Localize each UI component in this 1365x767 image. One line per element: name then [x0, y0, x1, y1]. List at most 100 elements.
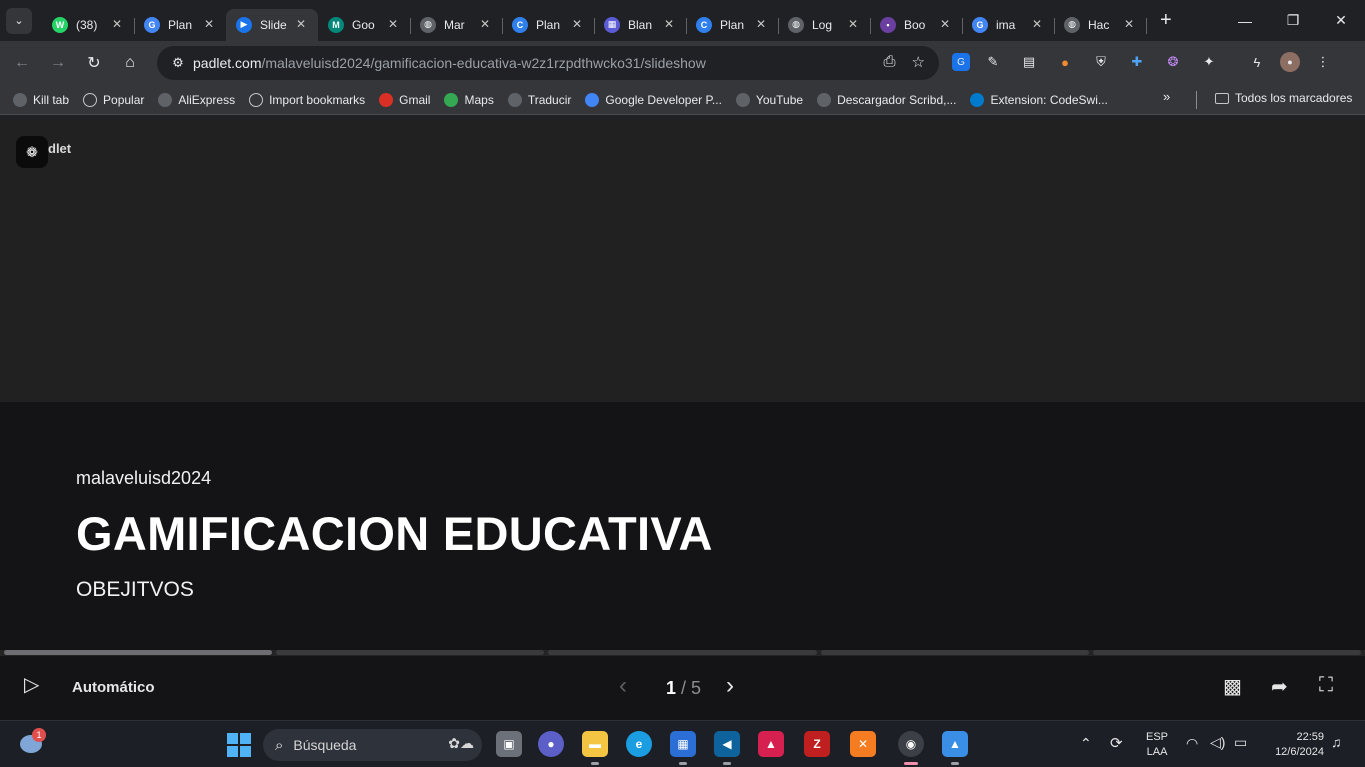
browser-tab[interactable]: C Plan ✕ [686, 9, 779, 41]
bookmark-label: Import bookmarks [269, 92, 366, 107]
close-tab-icon[interactable]: ✕ [388, 17, 398, 31]
browser-tab[interactable]: M Goo ✕ [318, 9, 411, 41]
tab-search-button[interactable]: ⌄ [6, 7, 32, 34]
close-tab-icon[interactable]: ✕ [664, 17, 674, 31]
search-icon: ⌕ [275, 736, 284, 754]
chrome-icon[interactable]: ◉ [898, 731, 924, 765]
bookmark-item[interactable]: Descargador Scribd,... [810, 87, 963, 113]
browser-tab[interactable]: W (38) ✕ [42, 9, 135, 41]
site-info-icon[interactable]: ⚙ [163, 55, 193, 71]
browser-tab[interactable]: ▦ Blan ✕ [594, 9, 687, 41]
close-tab-icon[interactable]: ✕ [204, 17, 214, 31]
progress-segment[interactable] [4, 650, 273, 655]
close-tab-icon[interactable]: ✕ [572, 17, 582, 31]
battery-icon[interactable]: ▭ [1234, 734, 1247, 751]
new-tab-button[interactable]: + [1160, 9, 1172, 32]
bookmark-item[interactable]: Kill tab [6, 87, 76, 113]
reload-button[interactable]: ↻ [76, 45, 112, 81]
close-tab-icon[interactable]: ✕ [112, 17, 122, 31]
close-tab-icon[interactable]: ✕ [296, 17, 306, 31]
install-app-icon[interactable]: ⎙ [884, 53, 896, 71]
start-button[interactable] [227, 733, 251, 757]
fullscreen-icon[interactable]: ⛶ [1319, 674, 1333, 697]
task-view-icon[interactable]: ▣ [496, 731, 522, 757]
translate-icon[interactable]: G [952, 53, 970, 71]
progress-segment[interactable] [276, 650, 545, 655]
browser-tab[interactable]: Gima ✕ [962, 9, 1055, 41]
extensions-icon[interactable]: ✦ [1196, 49, 1222, 75]
minimize-button[interactable]: — [1221, 0, 1269, 41]
padlet-logo-icon[interactable]: ❁ [16, 136, 48, 168]
close-tab-icon[interactable]: ✕ [940, 17, 950, 31]
printer-icon[interactable]: ▤ [1016, 49, 1042, 75]
bookmark-item[interactable]: Traducir [501, 87, 579, 113]
autoplay-label[interactable]: Automático [72, 679, 155, 696]
taskbar-search[interactable]: ⌕ Búsqueda ✿☁ [263, 729, 482, 761]
close-tab-icon[interactable]: ✕ [480, 17, 490, 31]
browser-tab[interactable]: ◍ Log ✕ [778, 9, 871, 41]
close-tab-icon[interactable]: ✕ [848, 17, 858, 31]
notifications-bell-icon[interactable]: ♫ [1331, 734, 1342, 750]
volume-icon[interactable]: ◁) [1210, 734, 1225, 751]
progress-segment[interactable] [548, 650, 817, 655]
bookmark-item[interactable]: Gmail [372, 87, 437, 113]
bookmark-star-icon[interactable]: ☆ [912, 53, 925, 71]
xampp-icon[interactable]: ✕ [850, 731, 876, 757]
close-window-button[interactable]: ✕ [1317, 0, 1365, 41]
browser-tab[interactable]: ◍ Mar ✕ [410, 9, 503, 41]
bookmark-item[interactable]: Extension: CodeSwi... [963, 87, 1114, 113]
close-tab-icon[interactable]: ✕ [756, 17, 766, 31]
performance-icon[interactable]: ϟ [1244, 49, 1270, 75]
browser-tab[interactable]: ▶ Slide ✕ [226, 8, 318, 41]
slide-content: malaveluisd2024 GAMIFICACION EDUCATIVA O… [0, 402, 1365, 650]
file-explorer-icon[interactable]: ▬ [582, 731, 608, 765]
menu-kebab-icon[interactable]: ⋮ [1310, 49, 1336, 75]
puzzle-blue-icon[interactable]: ✚ [1124, 49, 1150, 75]
vscode-icon[interactable]: ◀ [714, 731, 740, 765]
all-bookmarks-folder[interactable]: Todos los marcadores [1208, 85, 1359, 111]
brain-icon[interactable]: ❂ [1160, 49, 1186, 75]
restore-button[interactable]: ❐ [1269, 0, 1317, 41]
progress-segment[interactable] [820, 650, 1089, 655]
browser-tab[interactable]: ◍ Hac ✕ [1054, 9, 1147, 41]
address-bar[interactable]: ⚙ padlet.com/malaveluisd2024/gamificacio… [157, 46, 939, 80]
home-button[interactable]: ⌂ [112, 45, 148, 81]
bookmark-item[interactable]: Google Developer P... [578, 87, 729, 113]
progress-segment[interactable] [1092, 650, 1362, 655]
filezilla-icon[interactable]: Z [804, 731, 830, 757]
edge-icon[interactable]: e [626, 731, 652, 757]
bookmark-item[interactable]: Import bookmarks [242, 87, 372, 113]
qr-code-icon[interactable]: ▩ [1223, 674, 1242, 699]
next-slide-button[interactable]: › [726, 672, 734, 700]
bookmark-item[interactable]: Popular [76, 87, 151, 113]
weather-widget[interactable]: 1 [20, 728, 46, 757]
wifi-icon[interactable]: ◠ [1186, 735, 1198, 752]
browser-tab[interactable]: G Plan ✕ [134, 9, 227, 41]
shield-icon[interactable]: ⛨ [1088, 49, 1114, 75]
chat-icon[interactable]: ● [538, 731, 564, 757]
bookmark-item[interactable]: AliExpress [151, 87, 242, 113]
close-tab-icon[interactable]: ✕ [1032, 17, 1042, 31]
browser-tab[interactable]: C Plan ✕ [502, 9, 595, 41]
forward-button[interactable]: → [40, 45, 76, 81]
back-button[interactable]: ← [4, 45, 40, 81]
photos-icon[interactable]: ▲ [942, 731, 968, 765]
previous-slide-button[interactable]: ‹ [619, 672, 627, 700]
system-clock[interactable]: 22:59 12/6/2024 [1266, 730, 1324, 760]
bookmark-item[interactable]: YouTube [729, 87, 810, 113]
profile-avatar[interactable]: ● [1280, 52, 1300, 72]
share-icon[interactable]: ➦ [1271, 674, 1288, 699]
bookmark-item[interactable]: Maps [437, 87, 500, 113]
browser-tab[interactable]: ▪ Boo ✕ [870, 9, 963, 41]
play-icon[interactable]: ▷ [24, 672, 39, 697]
sync-icon[interactable]: ⟳ [1110, 734, 1123, 752]
app-red-icon[interactable]: ▲ [758, 731, 784, 757]
close-tab-icon[interactable]: ✕ [1124, 17, 1134, 31]
store-icon[interactable]: ▦ [670, 731, 696, 765]
eyedropper-icon[interactable]: ✎ [980, 49, 1006, 75]
bookmarks-overflow-icon[interactable]: » [1163, 89, 1170, 104]
flame-icon[interactable]: ● [1052, 49, 1078, 75]
tray-overflow-icon[interactable]: ⌃ [1080, 735, 1092, 752]
input-language[interactable]: ESP LAA [1146, 730, 1168, 760]
url-text[interactable]: padlet.com/malaveluisd2024/gamificacion-… [193, 55, 706, 71]
